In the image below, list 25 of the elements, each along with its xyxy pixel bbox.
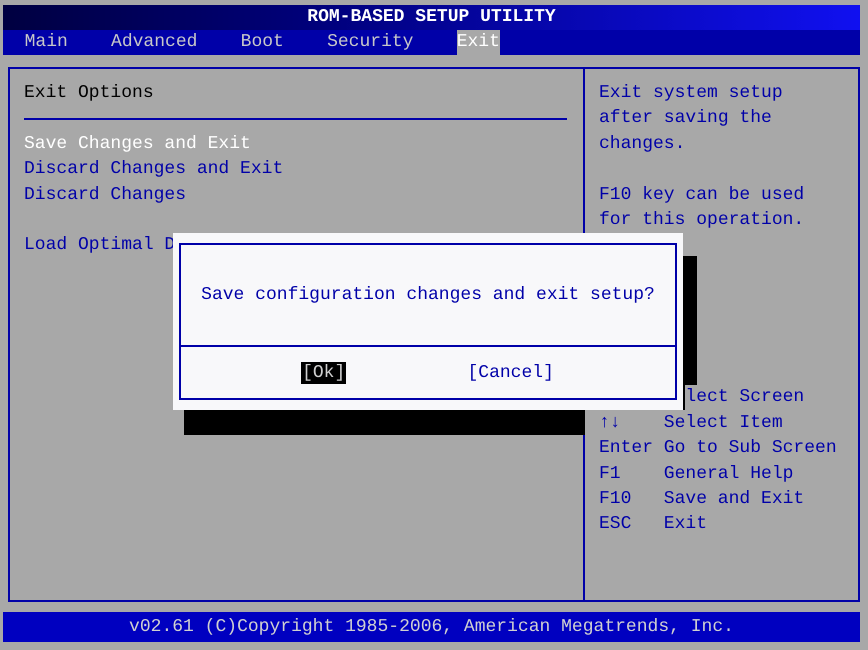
menu-tab[interactable]: Security (327, 30, 414, 55)
help-text: F10 key can be used for this operation. (599, 184, 806, 232)
menu-tab[interactable]: Boot (240, 30, 284, 55)
help-text: Exit system setup after saving the changes. (599, 82, 784, 156)
key-name: F10 (599, 488, 632, 512)
menu-option[interactable]: Discard Changes (24, 182, 567, 208)
key-action: Select Item (664, 412, 783, 435)
key-name: Enter (599, 437, 654, 460)
section-heading: Exit Options (24, 82, 155, 105)
menu-option[interactable]: Discard Changes and Exit (24, 157, 567, 183)
window-title: ROM-BASED SETUP UTILITY (3, 5, 860, 30)
copyright-bar: v02.61 (C)Copyright 1985-2006, American Megatrends, Inc. (3, 612, 860, 642)
key-name: ESC (599, 513, 632, 536)
key-action: General Help (664, 462, 794, 486)
key-name: ↑↓ (599, 412, 622, 435)
dialog-button[interactable]: [Ok] (301, 362, 346, 384)
dialog-button[interactable]: [Cancel] (466, 362, 555, 384)
key-action: Go to Sub Screen (664, 437, 837, 460)
dialog-message: Save configuration changes and exit setup? (201, 285, 655, 305)
menu-tab[interactable]: Main (24, 30, 68, 55)
key-action: Exit (664, 513, 708, 536)
key-action: Save and Exit (664, 488, 804, 512)
key-action: lect Screen (685, 385, 804, 411)
key-name: F1 (599, 462, 622, 486)
menu-tab[interactable]: Advanced (111, 30, 198, 55)
